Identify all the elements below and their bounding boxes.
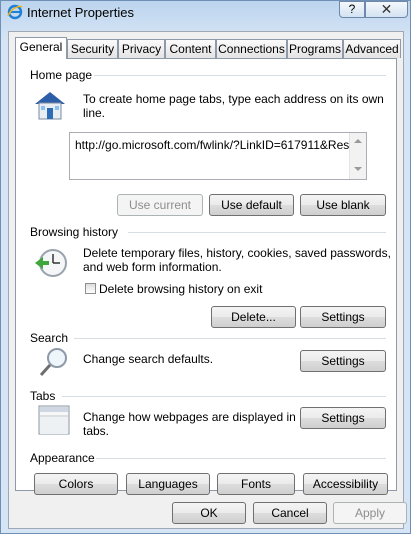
tabs-settings-button[interactable]: Settings (300, 407, 386, 429)
ok-button[interactable]: OK (172, 502, 246, 524)
browsing-history-heading: Browsing history (30, 225, 119, 239)
colors-button[interactable]: Colors (34, 473, 118, 495)
close-button[interactable]: ✕ (365, 1, 408, 18)
browsing-history-description-line1: Delete temporary files, history, cookies… (83, 246, 391, 260)
tab-advanced[interactable]: Advanced (343, 39, 401, 58)
home-page-url-text: http://go.microsoft.com/fwlink/?LinkID=6… (75, 138, 350, 152)
tabs-description-line1: Change how webpages are displayed in (83, 410, 296, 424)
home-page-url-textarea[interactable]: http://go.microsoft.com/fwlink/?LinkID=6… (69, 132, 367, 180)
help-button[interactable]: ? (339, 1, 365, 18)
use-default-button[interactable]: Use default (209, 194, 294, 216)
url-scrollbar[interactable] (349, 133, 366, 179)
home-icon (35, 92, 65, 120)
browsing-history-settings-button[interactable]: Settings (300, 306, 386, 328)
divider (74, 338, 386, 339)
home-page-heading: Home page (30, 68, 93, 82)
delete-button[interactable]: Delete... (211, 306, 296, 328)
internet-explorer-icon (7, 4, 23, 20)
delete-on-exit-label[interactable]: Delete browsing history on exit (99, 282, 262, 296)
tab-privacy[interactable]: Privacy (118, 39, 165, 58)
use-blank-button[interactable]: Use blank (300, 194, 386, 216)
divider (62, 396, 386, 397)
tab-general[interactable]: General (15, 37, 67, 59)
fonts-button[interactable]: Fonts (217, 473, 295, 495)
tab-security[interactable]: Security (67, 39, 118, 58)
delete-on-exit-checkbox[interactable] (85, 283, 96, 294)
languages-button[interactable]: Languages (126, 473, 210, 495)
magnifier-icon (39, 348, 67, 377)
home-page-description: To create home page tabs, type each addr… (83, 92, 384, 120)
search-description: Change search defaults. (83, 352, 214, 366)
apply-button[interactable]: Apply (333, 502, 407, 524)
accessibility-button[interactable]: Accessibility (303, 473, 388, 495)
search-settings-button[interactable]: Settings (300, 350, 386, 372)
divider (128, 232, 386, 233)
browsing-history-description-line2: and web form information. (83, 260, 222, 274)
tab-programs[interactable]: Programs (287, 39, 343, 58)
appearance-heading: Appearance (30, 451, 95, 465)
search-heading: Search (30, 331, 69, 345)
divider (96, 458, 386, 459)
tab-content[interactable]: Content (165, 39, 216, 58)
divider (94, 75, 386, 76)
internet-properties-window: Internet Properties ? ✕ General Security… (0, 0, 411, 534)
history-clock-icon (35, 249, 67, 277)
scroll-down-arrow-icon[interactable] (354, 167, 362, 171)
title-bar: Internet Properties ? ✕ (1, 1, 410, 25)
window-title: Internet Properties (27, 5, 134, 20)
cancel-button[interactable]: Cancel (253, 502, 327, 524)
general-tab-page: Home page To create home page tabs, type… (15, 58, 397, 495)
tabs-heading: Tabs (30, 389, 56, 403)
tabs-description-line2: tabs. (83, 424, 110, 438)
scroll-up-arrow-icon[interactable] (354, 139, 362, 143)
use-current-button[interactable]: Use current (117, 194, 203, 216)
tabs-window-icon (38, 405, 70, 435)
dialog-body: General Security Privacy Content Connect… (8, 31, 407, 529)
tab-connections[interactable]: Connections (216, 39, 287, 58)
